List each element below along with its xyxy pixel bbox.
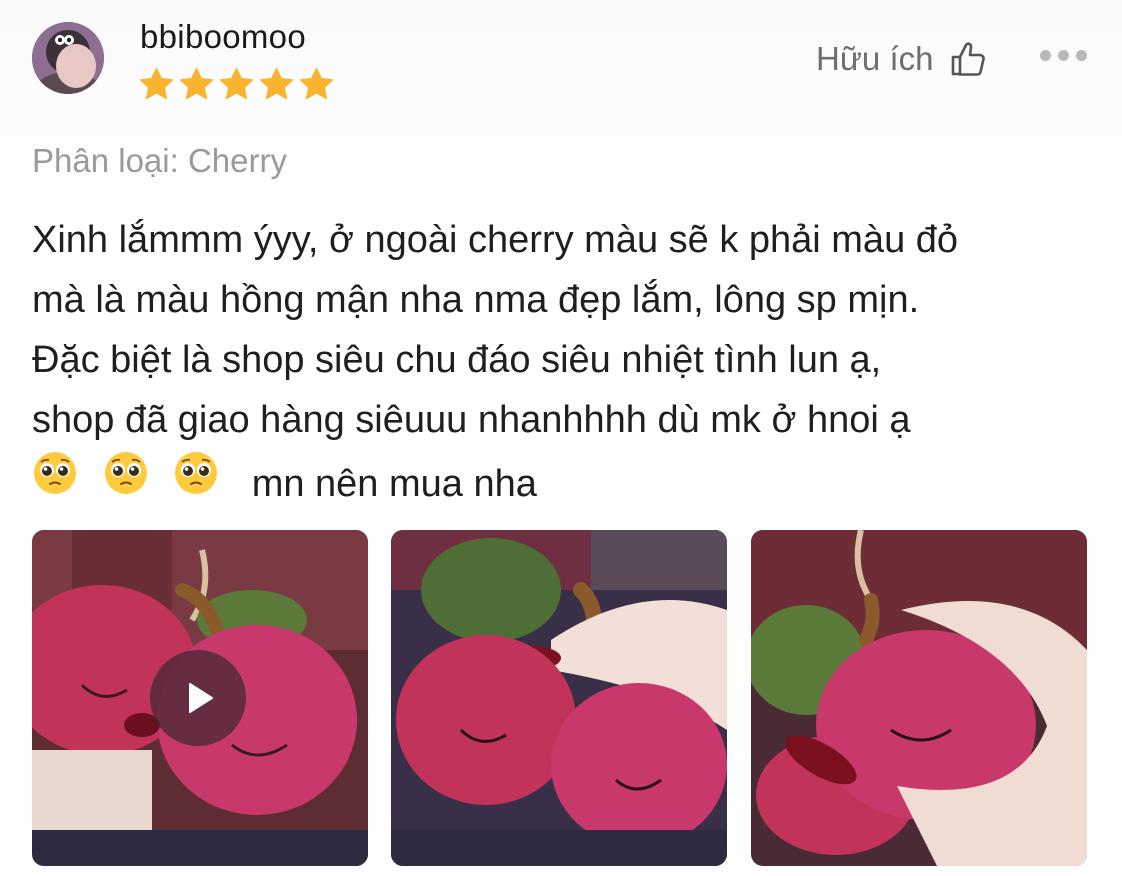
variant-label: Phân loại: Cherry: [32, 142, 287, 179]
review-text-line: Xinh lắmmm ýyy, ở ngoài cherry màu sẽ k …: [32, 219, 959, 261]
pleading-face-icon: [34, 452, 76, 494]
star-icon: [140, 68, 173, 100]
review-text-line: mà là màu hồng mận nha nma đẹp lắm, lông…: [32, 279, 920, 321]
play-button[interactable]: [150, 650, 246, 746]
star-icon: [180, 68, 213, 100]
helpful-button[interactable]: Hữu ích: [816, 40, 987, 78]
review-text-line: shop đã giao hàng siêuuu nhanhhhh dù mk …: [32, 399, 911, 441]
thumbs-up-icon: [952, 42, 986, 76]
play-icon: [189, 683, 213, 713]
helpful-label: Hữu ích: [816, 40, 934, 77]
review-text-tail: mn nên mua nha: [251, 463, 537, 505]
more-dot: [1058, 50, 1069, 61]
review-text-line: Đặc biệt là shop siêu chu đáo siêu nhiệt…: [32, 339, 882, 381]
review-text: Xinh lắmmm ýyy, ở ngoài cherry màu sẽ k …: [32, 210, 1102, 514]
review-video-thumbnail[interactable]: [32, 530, 368, 866]
star-icon: [220, 68, 253, 100]
avatar[interactable]: [32, 22, 104, 94]
more-dot: [1040, 50, 1051, 61]
username[interactable]: bbiboomoo: [140, 18, 306, 56]
pleading-face-icon: [175, 452, 218, 494]
review-photo[interactable]: [391, 530, 727, 866]
review-card: bbiboomoo Hữu ích Phân loại: Cherry Xinh…: [0, 0, 1122, 876]
pleading-face-icon: [104, 452, 147, 494]
star-icon: [300, 68, 333, 100]
more-dot: [1076, 50, 1087, 61]
review-text-line: mn nên mua nha: [32, 450, 1102, 514]
star-rating: [138, 66, 335, 103]
star-icon: [260, 68, 293, 100]
review-photo[interactable]: [751, 530, 1087, 866]
more-options-button[interactable]: [1040, 50, 1087, 61]
